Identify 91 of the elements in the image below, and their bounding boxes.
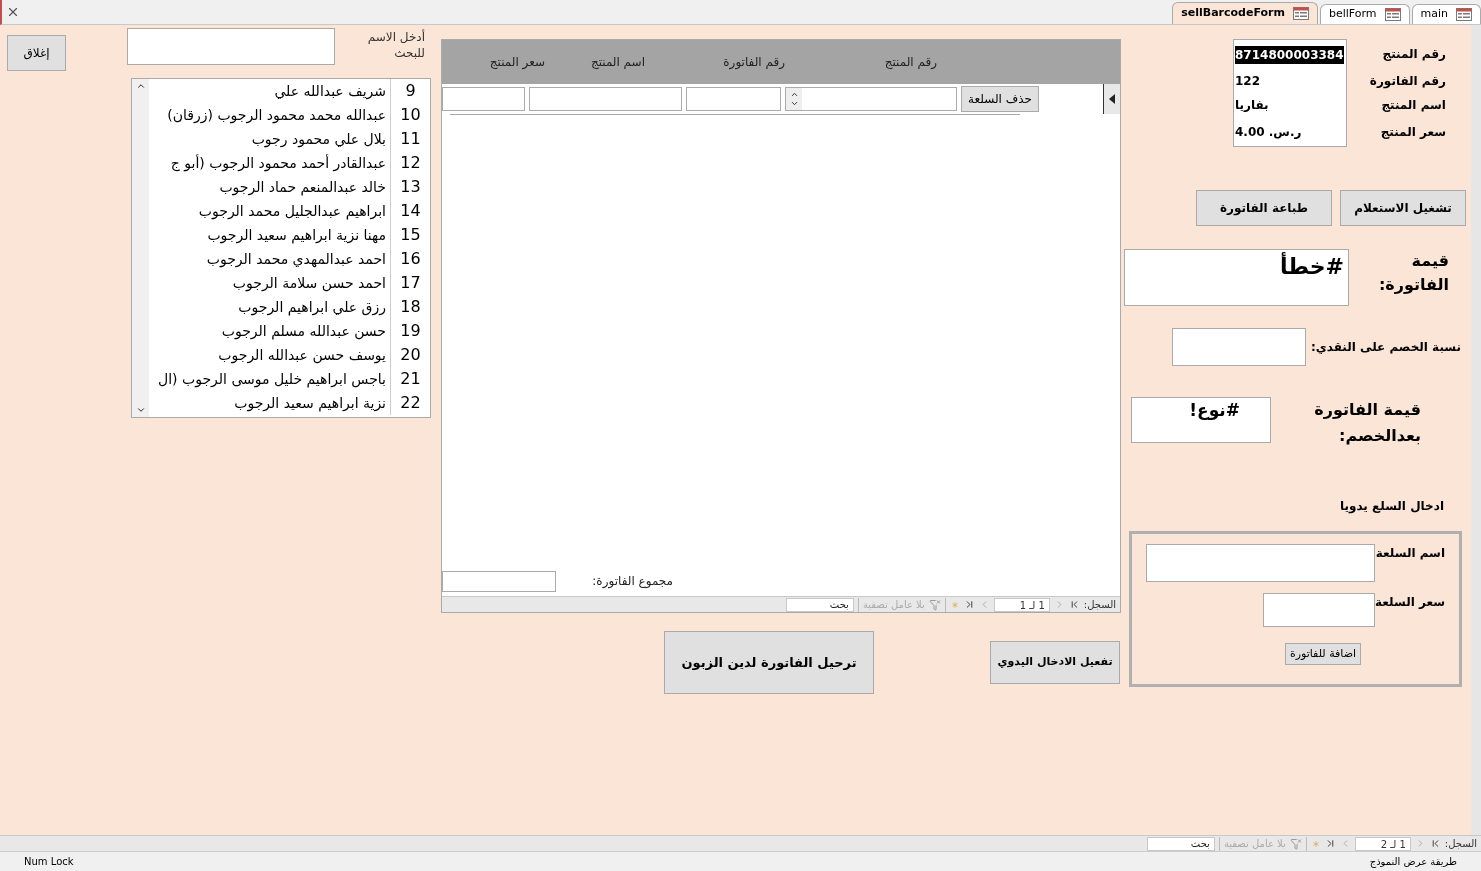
customer-id[interactable]: 22 (390, 391, 430, 415)
form-icon (1292, 7, 1309, 20)
item-name-label: اسم السلعة (1375, 545, 1445, 562)
customer-id[interactable]: 17 (390, 271, 430, 295)
record-label: السجل: (1083, 598, 1116, 612)
discounted-value-field: #نوع! (1131, 397, 1271, 443)
customer-list[interactable] (131, 78, 431, 418)
document-tab[interactable]: bellForm (1319, 4, 1410, 24)
item-price-field[interactable] (1263, 593, 1375, 627)
customer-name[interactable]: شريف عبدالله علي (274, 80, 390, 102)
search-field[interactable] (127, 28, 335, 65)
search-label: أدخل الاسم للبحث (366, 29, 425, 61)
invoice-total-label: مجموع الفاتورة: (592, 573, 673, 590)
search-field[interactable]: بحث (785, 597, 854, 612)
invoice-number-field[interactable] (686, 87, 781, 111)
record-position-field[interactable]: 1 لـ 2 (1354, 836, 1411, 851)
view-mode-label: طريقة عرض النموذج (1369, 855, 1457, 869)
product-price-field[interactable] (442, 87, 525, 111)
column-header: اسم المنتج (589, 54, 646, 71)
customer-id[interactable]: 20 (390, 343, 430, 367)
customer-name[interactable]: ابراهيم عبدالجليل محمد الرجوب (198, 200, 390, 222)
manual-entry-button[interactable]: تفعيل الادخال اليدوي (990, 641, 1120, 684)
manual-entry-title: ادخال السلع يدويا (1338, 498, 1444, 515)
item-name-field[interactable] (1146, 544, 1375, 582)
invoice-total-field[interactable] (442, 570, 557, 592)
field-value: 8714800003384 (1233, 39, 1347, 69)
close-form-button[interactable]: إغلاق (7, 35, 66, 71)
field-label: اسم المنتج (1380, 97, 1447, 114)
customer-name[interactable]: نزية ابراهيم سعيد الرجوب (234, 392, 390, 414)
column-header: رقم المنتج (883, 54, 938, 71)
filter-icon[interactable] (928, 598, 941, 611)
customer-id[interactable]: 21 (390, 367, 430, 391)
invoice-value-field: #خطأ (1124, 249, 1349, 306)
scroll-up-icon[interactable] (135, 81, 146, 91)
customer-id[interactable]: 19 (390, 319, 430, 343)
spin-down-icon[interactable] (789, 99, 799, 108)
record-label: السجل: (1444, 837, 1477, 851)
document-tab[interactable]: sellBarcodeForm (1172, 2, 1318, 24)
new-record-icon[interactable] (949, 599, 960, 610)
field-label: رقم المنتج (1381, 46, 1447, 63)
scroll-down-icon[interactable] (135, 405, 146, 415)
add-to-invoice-button[interactable]: اضافة للفاتورة (1285, 643, 1361, 665)
field-value: 122 (1233, 69, 1347, 93)
record-selector-icon (1109, 94, 1115, 104)
customer-id[interactable]: 13 (390, 175, 430, 199)
customer-name[interactable]: خالد عبدالمنعم حماد الرجوب (219, 176, 390, 198)
record-position-field[interactable]: 1 لـ 1 (993, 597, 1050, 612)
document-tab[interactable]: main (1411, 4, 1481, 24)
product-name-field[interactable] (529, 87, 682, 111)
customer-name[interactable]: بلال علي محمود رجوب (251, 128, 390, 150)
customer-id[interactable]: 10 (390, 103, 430, 127)
invoice-value-label: قيمة الفاتورة: (1377, 250, 1449, 296)
customer-name[interactable]: مهنا نزية ابراهيم سعيد الرجوب (207, 224, 390, 246)
field-label: رقم الفاتورة (1368, 73, 1447, 90)
spin-up-icon[interactable] (789, 90, 799, 99)
customer-id[interactable]: 9 (390, 79, 430, 103)
item-price-label: سعر السلعة (1375, 594, 1445, 611)
customer-id[interactable]: 14 (390, 199, 430, 223)
close-icon[interactable] (6, 5, 20, 19)
column-header: رقم الفاتورة (722, 54, 786, 71)
new-record-icon[interactable] (1310, 838, 1321, 849)
discounted-value-label: قيمة الفاتورة بعدالخصم: (1313, 399, 1421, 447)
product-number-field[interactable] (785, 87, 957, 111)
num-lock-indicator: Num Lock (24, 855, 74, 869)
print-invoice-button[interactable]: طباعة الفاتورة (1196, 190, 1332, 226)
post-invoice-button[interactable]: ترحيل الفاتورة لدين الزبون (664, 631, 874, 694)
field-value: ر.س. 4.00 (1233, 117, 1347, 147)
search-field[interactable]: بحث (1146, 836, 1215, 851)
form-icon (1456, 8, 1472, 21)
run-query-button[interactable]: تشغيل الاستعلام (1340, 190, 1466, 226)
form-icon (1384, 8, 1401, 21)
customer-name[interactable]: احمد حسن سلامة الرجوب (232, 272, 390, 294)
column-header: سعر المنتج (488, 54, 546, 71)
customer-name[interactable]: احمد عبدالمهدي محمد الرجوب (206, 248, 390, 270)
customer-id[interactable]: 12 (390, 151, 430, 175)
field-value: بفاريا (1233, 93, 1347, 117)
customer-name[interactable]: رزق علي ابراهيم الرجوب (238, 296, 390, 318)
customer-name[interactable]: عبدالقادر أحمد محمود الرجوب (أبو ج (170, 152, 390, 174)
discount-field[interactable] (1172, 328, 1306, 366)
customer-name[interactable]: حسن عبدالله مسلم الرجوب (221, 320, 390, 342)
discount-label: نسبة الخصم على النقدي: (1309, 339, 1461, 356)
customer-id[interactable]: 11 (390, 127, 430, 151)
delete-item-button[interactable]: حذف السلعة (961, 86, 1039, 112)
customer-id[interactable]: 15 (390, 223, 430, 247)
filter-icon[interactable] (1289, 837, 1302, 850)
customer-name[interactable]: يوسف حسن عبدالله الرجوب (218, 344, 390, 366)
field-label: سعر المنتج (1379, 124, 1447, 141)
customer-id[interactable]: 16 (390, 247, 430, 271)
customer-name[interactable]: عبدالله محمد محمود الرجوب (زرقان) (167, 104, 390, 126)
customer-name[interactable]: باجس ابراهيم خليل موسى الرجوب (ال (158, 368, 390, 390)
customer-id[interactable]: 18 (390, 295, 430, 319)
